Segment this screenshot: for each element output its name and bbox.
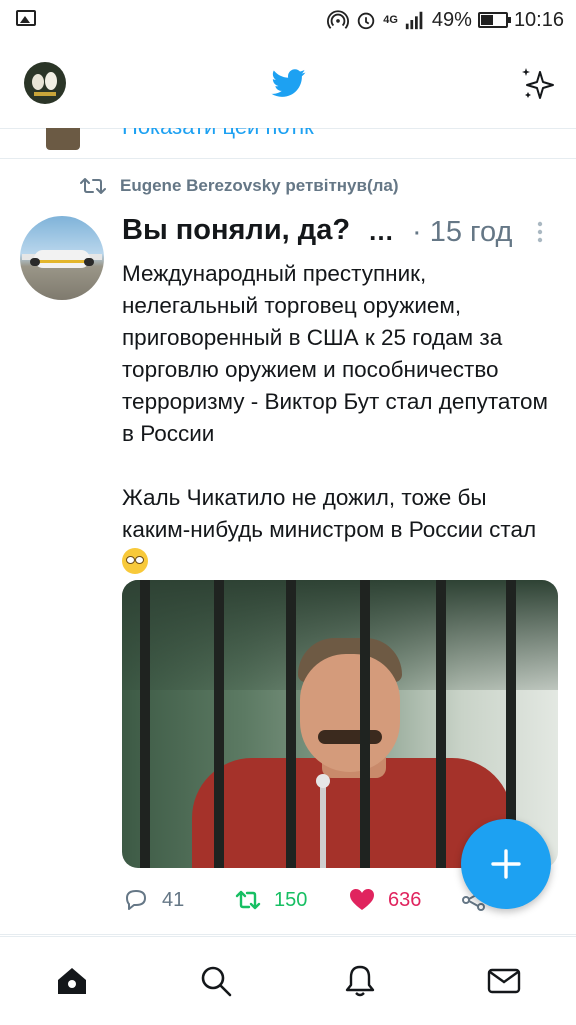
app-header <box>0 40 576 129</box>
plus-icon <box>491 849 521 879</box>
thread-link-row[interactable]: Показати цей потік <box>0 128 576 159</box>
like-count: 636 <box>388 888 422 911</box>
time-separator: · <box>412 216 422 248</box>
reply-action[interactable]: 41 <box>122 886 184 914</box>
battery-icon <box>477 12 511 28</box>
show-thread-link[interactable]: Показати цей потік <box>122 128 314 140</box>
eye-roll-emoji-icon <box>122 548 148 574</box>
profile-avatar[interactable] <box>24 62 66 104</box>
reply-icon <box>126 890 146 910</box>
thread-avatar <box>46 128 80 150</box>
messages-icon[interactable] <box>486 963 522 999</box>
search-icon[interactable] <box>198 963 234 999</box>
more-options-icon[interactable] <box>536 220 544 244</box>
twitter-bird-icon <box>271 69 306 97</box>
retweet-action[interactable]: 150 <box>234 886 307 914</box>
home-icon[interactable] <box>54 963 90 999</box>
alarm-icon <box>357 12 375 30</box>
author-ellipsis: … <box>368 216 394 246</box>
signal-icon <box>405 11 423 30</box>
retweet-count: 150 <box>274 888 308 911</box>
retweet-context[interactable]: Eugene Berezovsky ретвітнув(ла) <box>80 176 399 196</box>
compose-tweet-button[interactable] <box>461 819 551 909</box>
gallery-notification-icon <box>16 10 36 26</box>
tweet-time: · 15 год <box>412 216 512 249</box>
retweet-action-icon <box>235 890 261 910</box>
hotspot-icon <box>327 10 350 29</box>
bottom-navigation <box>0 936 576 1025</box>
sparkle-icon[interactable] <box>518 64 558 104</box>
status-right: 4G 49% 10:16 <box>327 6 564 34</box>
notifications-icon[interactable] <box>342 963 378 999</box>
time-value: 15 год <box>429 216 513 248</box>
clock: 10:16 <box>513 8 564 31</box>
author-name[interactable]: Вы поняли, да? <box>122 214 350 247</box>
tweet-text-paragraph-2: Жаль Чикатило не дожил, тоже бы каким-ни… <box>122 485 537 542</box>
retweet-icon <box>80 178 106 194</box>
tweet-header: Вы поняли, да? … · 15 год <box>122 214 562 254</box>
tweet-text-paragraph-1: Международный преступник, нелегальный то… <box>122 261 548 446</box>
network-type: 4G <box>383 14 398 26</box>
author-avatar[interactable] <box>20 216 104 300</box>
status-bar: 4G 49% 10:16 <box>0 0 576 40</box>
retweeted-by-text: Eugene Berezovsky ретвітнув(ла) <box>120 176 399 195</box>
heart-icon <box>350 889 374 910</box>
battery-percent: 49% <box>431 8 472 31</box>
like-action[interactable]: 636 <box>348 886 421 914</box>
reply-count: 41 <box>162 888 185 911</box>
tweet-text: Международный преступник, нелегальный то… <box>122 258 552 578</box>
tweet[interactable]: Eugene Berezovsky ретвітнув(ла) Вы понял… <box>0 158 576 935</box>
